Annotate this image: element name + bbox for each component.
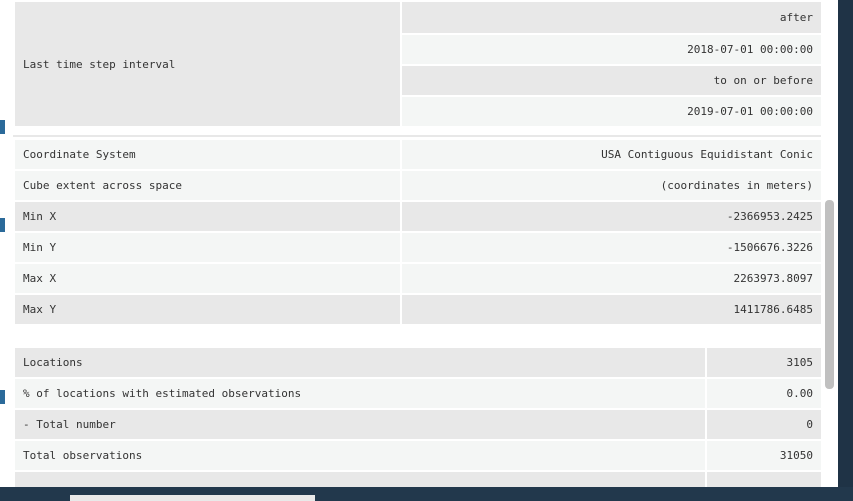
time-interval-before: to on or before [400, 64, 823, 97]
min-x-value: -2366953.2425 [400, 200, 823, 233]
total-observations-label: Total observations [13, 439, 707, 472]
spatial-extent-table: Coordinate System USA Contiguous Equidis… [13, 138, 823, 326]
table-row: % of locations with estimated observatio… [13, 377, 823, 410]
min-y-label: Min Y [13, 231, 402, 264]
table-row: Max Y 1411786.6485 [13, 293, 823, 326]
cube-extent-label: Cube extent across space [13, 169, 402, 202]
table-row: Locations 3105 [13, 346, 823, 379]
background-accent [0, 390, 5, 404]
next-row-label [13, 470, 707, 487]
cube-extent-value: (coordinates in meters) [400, 169, 823, 202]
total-number-value: 0 [705, 408, 823, 441]
time-interval-table: Last time step interval after 2018-07-01… [13, 0, 823, 128]
max-x-value: 2263973.8097 [400, 262, 823, 295]
table-row: - Total number 0 [13, 408, 823, 441]
locations-table: Locations 3105 % of locations with estim… [13, 346, 823, 487]
pct-estimated-label: % of locations with estimated observatio… [13, 377, 707, 410]
min-y-value: -1506676.3226 [400, 231, 823, 264]
locations-label: Locations [13, 346, 707, 379]
total-number-label: - Total number [13, 408, 707, 441]
time-interval-start: 2018-07-01 00:00:00 [400, 33, 823, 66]
section-divider [13, 135, 821, 137]
scrollbar-thumb[interactable] [825, 200, 834, 389]
table-row: Min Y -1506676.3226 [13, 231, 823, 264]
time-interval-after: after [400, 0, 823, 35]
time-interval-end: 2019-07-01 00:00:00 [400, 95, 823, 128]
max-x-label: Max X [13, 262, 402, 295]
locations-value: 3105 [705, 346, 823, 379]
table-row: Total observations 31050 [13, 439, 823, 472]
min-x-label: Min X [13, 200, 402, 233]
background-edge [838, 0, 853, 487]
taskbar-tab[interactable] [70, 495, 315, 501]
table-row: Cube extent across space (coordinates in… [13, 169, 823, 202]
table-row: Max X 2263973.8097 [13, 262, 823, 295]
table-row: Coordinate System USA Contiguous Equidis… [13, 138, 823, 171]
background-accent [0, 218, 5, 232]
background-accent [0, 120, 5, 134]
summary-dialog: Last time step interval after 2018-07-01… [0, 0, 838, 487]
next-row-value [705, 470, 823, 487]
total-observations-value: 31050 [705, 439, 823, 472]
table-row: Min X -2366953.2425 [13, 200, 823, 233]
time-interval-label: Last time step interval [13, 0, 402, 128]
coordinate-system-label: Coordinate System [13, 138, 402, 171]
max-y-label: Max Y [13, 293, 402, 326]
max-y-value: 1411786.6485 [400, 293, 823, 326]
coordinate-system-value: USA Contiguous Equidistant Conic [400, 138, 823, 171]
table-row [13, 470, 823, 487]
pct-estimated-value: 0.00 [705, 377, 823, 410]
